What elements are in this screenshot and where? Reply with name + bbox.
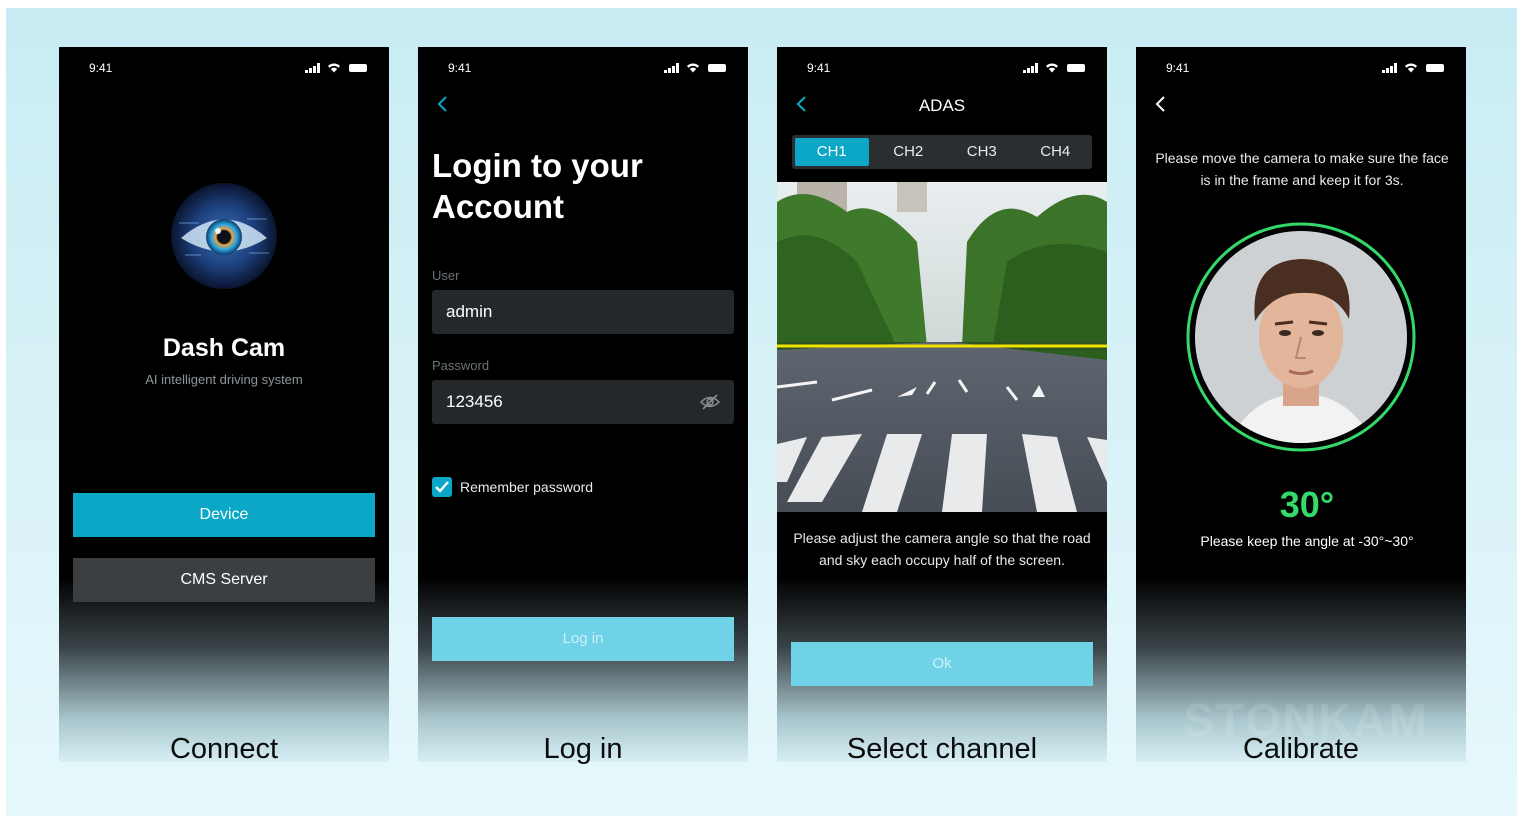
- battery-icon: [1067, 64, 1085, 72]
- face-frame: [1186, 222, 1416, 452]
- phone-screen-calibrate: 9:41 Please move the camera to make sure…: [1136, 47, 1466, 762]
- password-hidden-icon[interactable]: [700, 393, 720, 411]
- login-title: Login to your Account: [432, 147, 643, 225]
- status-bar: 9:41: [448, 61, 726, 77]
- signal-icon: [1023, 63, 1038, 73]
- tab-ch3[interactable]: CH3: [945, 135, 1019, 169]
- tab-ch2[interactable]: CH2: [872, 135, 946, 169]
- password-field[interactable]: 123456: [432, 380, 734, 424]
- signal-icon: [664, 63, 679, 73]
- password-value: 123456: [446, 392, 503, 411]
- status-time: 9:41: [89, 61, 113, 75]
- app-subtitle: AI intelligent driving system: [145, 372, 303, 387]
- app-title: Dash Cam: [162, 334, 286, 362]
- caption-select-channel: Select channel: [846, 733, 1038, 765]
- signal-icon: [305, 63, 320, 73]
- caption-login: Log in: [543, 733, 623, 765]
- login-button[interactable]: Log in: [432, 617, 734, 661]
- tab-ch1[interactable]: CH1: [795, 138, 869, 166]
- status-bar: 9:41: [1166, 61, 1444, 77]
- channel-tabs: CH1 CH2 CH3 CH4: [792, 135, 1092, 169]
- remember-password-label: Remember password: [460, 479, 594, 495]
- status-bar: 9:41: [89, 61, 367, 77]
- wifi-icon: [1405, 63, 1417, 73]
- ok-button[interactable]: Ok: [791, 642, 1093, 686]
- channel-hint: Please adjust the camera angle so that t…: [793, 530, 1091, 568]
- tab-ch4[interactable]: CH4: [1019, 135, 1093, 169]
- status-bar: 9:41: [807, 61, 1085, 77]
- caption-calibrate: Calibrate: [1242, 733, 1360, 765]
- eye-logo-icon: [171, 183, 277, 289]
- status-time: 9:41: [1166, 61, 1190, 75]
- wifi-icon: [1046, 63, 1058, 73]
- phone-screen-connect: 9:41 Dash Cam AI intelligent driving sys…: [59, 47, 389, 762]
- back-chevron-icon[interactable]: [1154, 95, 1168, 113]
- nav-title: ADAS: [918, 96, 966, 115]
- caption-connect: Connect: [169, 733, 278, 765]
- camera-preview: [777, 182, 1107, 512]
- phone-screen-login: 9:41 Login to your Account User admin Pa…: [418, 47, 748, 762]
- angle-readout: 30°: [1279, 484, 1335, 525]
- signal-icon: [1382, 63, 1397, 73]
- checkbox-checked-icon[interactable]: [432, 477, 452, 497]
- wifi-icon: [328, 63, 340, 73]
- angle-hint: Please keep the angle at -30°~30°: [1200, 533, 1414, 549]
- battery-icon: [1426, 64, 1444, 72]
- password-label: Password: [432, 358, 490, 373]
- device-button[interactable]: Device: [73, 493, 375, 537]
- status-time: 9:41: [807, 61, 831, 75]
- user-label: User: [432, 268, 460, 283]
- calibrate-hint: Please move the camera to make sure the …: [1155, 150, 1449, 188]
- battery-icon: [349, 64, 367, 72]
- cms-server-button[interactable]: CMS Server: [73, 558, 375, 602]
- back-chevron-icon[interactable]: [436, 95, 450, 113]
- status-time: 9:41: [448, 61, 472, 75]
- phone-screen-channel: 9:41 ADAS CH1 CH2 CH3 CH4 Please adjust …: [777, 47, 1107, 762]
- user-value: admin: [446, 302, 493, 321]
- battery-icon: [708, 64, 726, 72]
- wifi-icon: [687, 63, 699, 73]
- user-field[interactable]: admin: [432, 290, 734, 334]
